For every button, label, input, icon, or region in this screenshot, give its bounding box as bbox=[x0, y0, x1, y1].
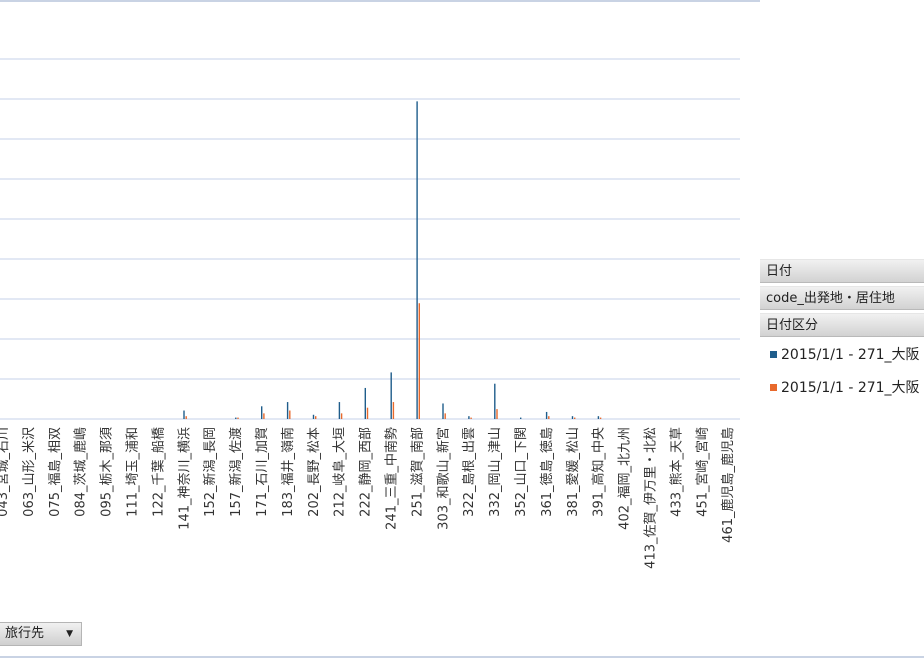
x-tick-label: 251_滋賀_南部 bbox=[409, 427, 425, 517]
bar-orange-11 bbox=[289, 410, 291, 419]
x-tick-label: 381_愛媛_松山 bbox=[566, 427, 581, 517]
bar-orange-15 bbox=[392, 402, 395, 419]
bar-blue-16 bbox=[416, 101, 418, 420]
x-tick-label: 212_岐阜_大垣 bbox=[332, 427, 348, 517]
bar-blue-12 bbox=[312, 414, 315, 419]
bar-blue-13 bbox=[338, 402, 341, 419]
x-tick-label: 451_宮崎_宮崎 bbox=[694, 427, 710, 517]
x-tick-label: 141_神奈川_横浜 bbox=[177, 427, 192, 530]
x-tick-label: 122_千葉_船橋 bbox=[151, 427, 166, 517]
bar-orange-17 bbox=[444, 413, 446, 419]
legend-swatch-orange bbox=[770, 384, 777, 391]
x-tick-label: 095_栃木_那須 bbox=[100, 427, 115, 517]
legend-label: 2015/1/1 - 271_大阪 bbox=[781, 380, 920, 396]
filter-label: 旅行先 bbox=[5, 626, 45, 641]
x-tick-label: 433_熊本_天草 bbox=[668, 427, 684, 517]
x-tick-label: 157_新潟_佐渡 bbox=[228, 427, 244, 517]
bar-orange-18 bbox=[470, 417, 472, 419]
bar-chart: 043_宮城_石川 063_山形_米沢 075_福島_相双 084_茨城_鹿嶋 095_… bbox=[0, 0, 760, 569]
bar-blue-14 bbox=[364, 387, 366, 419]
x-tick-label: 322_島根_出雲 bbox=[462, 427, 477, 517]
x-tick-label: 361_徳島_徳島 bbox=[540, 427, 555, 517]
x-tick-label: 413_佐賀_伊万里・北松 bbox=[644, 427, 659, 569]
legend-entry-series-1: 2015/1/1 - 271_大阪 bbox=[770, 344, 920, 364]
bar-blue-20 bbox=[520, 417, 522, 419]
chart-gridlines bbox=[0, 0, 760, 420]
x-tick-label: 084_茨城_鹿嶋 bbox=[73, 427, 89, 517]
bar-orange-21 bbox=[548, 416, 550, 419]
x-tick-label: 111_埼玉_浦和 bbox=[126, 427, 141, 517]
pivot-field-date[interactable]: 日付 bbox=[760, 259, 924, 283]
bar-orange-7 bbox=[185, 416, 187, 419]
bar-blue-11 bbox=[286, 402, 289, 419]
dropdown-arrow-icon: ▼ bbox=[66, 629, 73, 639]
bar-blue-15 bbox=[390, 372, 392, 419]
bar-orange-19 bbox=[496, 409, 498, 419]
x-tick-label: 152_新潟_長岡 bbox=[202, 427, 218, 517]
bar-orange-13 bbox=[340, 413, 343, 419]
x-tick-label: 063_山形_米沢 bbox=[22, 427, 37, 517]
bar-orange-10 bbox=[263, 413, 265, 419]
legend-label: 2015/1/1 - 271_大阪 bbox=[781, 347, 920, 363]
pivot-field-date-type[interactable]: 日付区分 bbox=[760, 313, 924, 337]
bar-orange-23 bbox=[599, 417, 602, 419]
legend-entry-series-2: 2015/1/1 - 271_大阪 bbox=[770, 377, 920, 397]
x-tick-label: 352_山口_下関 bbox=[514, 427, 529, 517]
x-tick-label: 043_宮城_石川 bbox=[0, 427, 11, 517]
x-axis-tick-labels: 043_宮城_石川 063_山形_米沢 075_福島_相双 084_茨城_鹿嶋 095_… bbox=[0, 427, 736, 569]
legend-swatch-blue bbox=[770, 351, 777, 358]
bar-blue-23 bbox=[597, 416, 600, 419]
bar-blue-22 bbox=[571, 416, 574, 419]
bar-blue-17 bbox=[442, 403, 444, 419]
bottom-divider bbox=[0, 656, 924, 658]
bar-blue-18 bbox=[468, 416, 470, 419]
x-tick-label: 202_長野_松本 bbox=[307, 427, 322, 517]
bar-blue-10 bbox=[261, 406, 263, 419]
bar-orange-16 bbox=[418, 303, 420, 419]
x-tick-label: 391_高知_中央 bbox=[591, 427, 607, 517]
pivot-field-origin[interactable]: code_出発地・居住地 bbox=[760, 286, 924, 310]
x-tick-label: 332_岡山_津山 bbox=[488, 427, 503, 517]
bar-blue-7 bbox=[183, 410, 185, 419]
bar-blue-21 bbox=[545, 411, 548, 419]
bar-blue-19 bbox=[494, 383, 496, 419]
bar-orange-22 bbox=[574, 417, 576, 419]
x-tick-label: 183_福井_嶺南 bbox=[280, 427, 296, 517]
bar-orange-14 bbox=[366, 407, 369, 419]
bar-orange-12 bbox=[315, 416, 317, 419]
x-tick-label: 241_三重_中南勢 bbox=[384, 427, 400, 530]
x-tick-label: 461_鹿児島_鹿児島 bbox=[720, 427, 736, 543]
bar-blue-9 bbox=[235, 417, 237, 419]
x-tick-label: 303_和歌山_新宮 bbox=[435, 427, 451, 530]
x-tick-label: 171_石川_加賀 bbox=[255, 427, 270, 517]
chart-bars bbox=[183, 101, 602, 420]
x-tick-label: 222_静岡_西部 bbox=[359, 427, 374, 517]
destination-filter-button[interactable]: 旅行先 ▼ bbox=[0, 622, 82, 646]
x-tick-label: 075_福島_相双 bbox=[48, 427, 63, 517]
bar-orange-9 bbox=[237, 417, 239, 419]
x-tick-label: 402_福岡_北九州 bbox=[618, 427, 633, 530]
